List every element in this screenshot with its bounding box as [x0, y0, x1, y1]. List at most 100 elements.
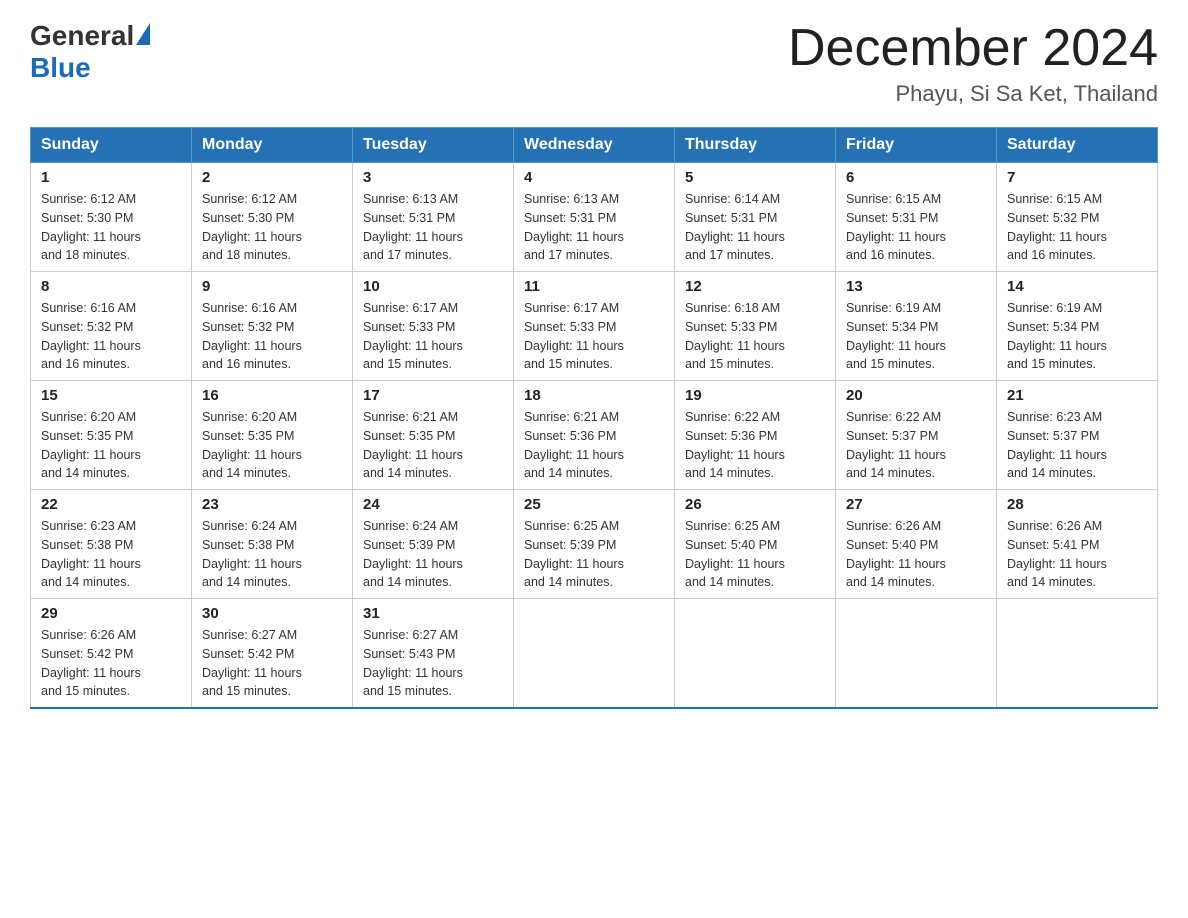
- day-info: Sunrise: 6:26 AMSunset: 5:42 PMDaylight:…: [41, 626, 181, 701]
- logo-general: General: [30, 20, 134, 52]
- day-number: 6: [846, 169, 986, 186]
- calendar-cell: 24Sunrise: 6:24 AMSunset: 5:39 PMDayligh…: [353, 490, 514, 599]
- calendar-cell: 8 Sunrise: 6:16 AMSunset: 5:32 PMDaylight…: [31, 272, 192, 381]
- weekday-header-monday: Monday: [192, 128, 353, 163]
- day-info: Sunrise: 6:27 AMSunset: 5:43 PMDaylight:…: [363, 626, 503, 701]
- weekday-header-row: SundayMondayTuesdayWednesdayThursdayFrid…: [31, 128, 1158, 163]
- page-header: General Blue December 2024 Phayu, Si Sa …: [30, 20, 1158, 107]
- day-number: 27: [846, 496, 986, 513]
- day-info: Sunrise: 6:24 AMSunset: 5:38 PMDaylight:…: [202, 517, 342, 592]
- logo: General Blue: [30, 20, 152, 84]
- day-info: Sunrise: 6:25 AMSunset: 5:40 PMDaylight:…: [685, 517, 825, 592]
- day-number: 8: [41, 278, 181, 295]
- day-number: 4: [524, 169, 664, 186]
- day-info: Sunrise: 6:17 AMSunset: 5:33 PMDaylight:…: [363, 299, 503, 374]
- day-info: Sunrise: 6:15 AMSunset: 5:32 PMDaylight:…: [1007, 190, 1147, 265]
- calendar-cell: 12Sunrise: 6:18 AMSunset: 5:33 PMDayligh…: [675, 272, 836, 381]
- day-number: 25: [524, 496, 664, 513]
- day-number: 29: [41, 605, 181, 622]
- day-info: Sunrise: 6:18 AMSunset: 5:33 PMDaylight:…: [685, 299, 825, 374]
- day-number: 17: [363, 387, 503, 404]
- day-number: 5: [685, 169, 825, 186]
- day-info: Sunrise: 6:13 AMSunset: 5:31 PMDaylight:…: [524, 190, 664, 265]
- calendar-cell: [675, 599, 836, 709]
- day-info: Sunrise: 6:21 AMSunset: 5:35 PMDaylight:…: [363, 408, 503, 483]
- calendar-cell: 29 Sunrise: 6:26 AMSunset: 5:42 PMDayligh…: [31, 599, 192, 709]
- calendar-cell: 16 Sunrise: 6:20 AMSunset: 5:35 PMDayligh…: [192, 381, 353, 490]
- day-number: 16: [202, 387, 342, 404]
- calendar-cell: 15 Sunrise: 6:20 AMSunset: 5:35 PMDayligh…: [31, 381, 192, 490]
- day-info: Sunrise: 6:25 AMSunset: 5:39 PMDaylight:…: [524, 517, 664, 592]
- day-number: 15: [41, 387, 181, 404]
- day-info: Sunrise: 6:26 AMSunset: 5:40 PMDaylight:…: [846, 517, 986, 592]
- day-info: Sunrise: 6:17 AMSunset: 5:33 PMDaylight:…: [524, 299, 664, 374]
- weekday-header-thursday: Thursday: [675, 128, 836, 163]
- location: Phayu, Si Sa Ket, Thailand: [788, 81, 1158, 107]
- calendar-cell: 28Sunrise: 6:26 AMSunset: 5:41 PMDayligh…: [997, 490, 1158, 599]
- day-number: 10: [363, 278, 503, 295]
- day-info: Sunrise: 6:23 AMSunset: 5:38 PMDaylight:…: [41, 517, 181, 592]
- day-info: Sunrise: 6:21 AMSunset: 5:36 PMDaylight:…: [524, 408, 664, 483]
- day-number: 31: [363, 605, 503, 622]
- day-number: 28: [1007, 496, 1147, 513]
- calendar-cell: 4 Sunrise: 6:13 AMSunset: 5:31 PMDaylight…: [514, 163, 675, 272]
- calendar-cell: 7 Sunrise: 6:15 AMSunset: 5:32 PMDaylight…: [997, 163, 1158, 272]
- calendar: SundayMondayTuesdayWednesdayThursdayFrid…: [30, 127, 1158, 709]
- day-number: 3: [363, 169, 503, 186]
- weekday-header-tuesday: Tuesday: [353, 128, 514, 163]
- calendar-cell: [997, 599, 1158, 709]
- calendar-cell: [514, 599, 675, 709]
- week-row-1: 1 Sunrise: 6:12 AMSunset: 5:30 PMDaylight…: [31, 163, 1158, 272]
- day-info: Sunrise: 6:12 AMSunset: 5:30 PMDaylight:…: [41, 190, 181, 265]
- calendar-cell: 19Sunrise: 6:22 AMSunset: 5:36 PMDayligh…: [675, 381, 836, 490]
- day-info: Sunrise: 6:23 AMSunset: 5:37 PMDaylight:…: [1007, 408, 1147, 483]
- day-info: Sunrise: 6:19 AMSunset: 5:34 PMDaylight:…: [846, 299, 986, 374]
- calendar-cell: 18 Sunrise: 6:21 AMSunset: 5:36 PMDayligh…: [514, 381, 675, 490]
- day-info: Sunrise: 6:20 AMSunset: 5:35 PMDaylight:…: [41, 408, 181, 483]
- day-number: 1: [41, 169, 181, 186]
- calendar-cell: 10 Sunrise: 6:17 AMSunset: 5:33 PMDayligh…: [353, 272, 514, 381]
- calendar-cell: 17 Sunrise: 6:21 AMSunset: 5:35 PMDayligh…: [353, 381, 514, 490]
- calendar-cell: 23Sunrise: 6:24 AMSunset: 5:38 PMDayligh…: [192, 490, 353, 599]
- day-number: 7: [1007, 169, 1147, 186]
- day-info: Sunrise: 6:24 AMSunset: 5:39 PMDaylight:…: [363, 517, 503, 592]
- day-info: Sunrise: 6:20 AMSunset: 5:35 PMDaylight:…: [202, 408, 342, 483]
- day-info: Sunrise: 6:22 AMSunset: 5:36 PMDaylight:…: [685, 408, 825, 483]
- day-info: Sunrise: 6:27 AMSunset: 5:42 PMDaylight:…: [202, 626, 342, 701]
- day-info: Sunrise: 6:16 AMSunset: 5:32 PMDaylight:…: [41, 299, 181, 374]
- day-number: 30: [202, 605, 342, 622]
- day-number: 21: [1007, 387, 1147, 404]
- day-info: Sunrise: 6:13 AMSunset: 5:31 PMDaylight:…: [363, 190, 503, 265]
- calendar-cell: 30 Sunrise: 6:27 AMSunset: 5:42 PMDayligh…: [192, 599, 353, 709]
- logo-blue-text: Blue: [30, 52, 91, 84]
- calendar-cell: 5Sunrise: 6:14 AMSunset: 5:31 PMDaylight…: [675, 163, 836, 272]
- weekday-header-wednesday: Wednesday: [514, 128, 675, 163]
- day-number: 14: [1007, 278, 1147, 295]
- week-row-5: 29 Sunrise: 6:26 AMSunset: 5:42 PMDayligh…: [31, 599, 1158, 709]
- logo-text: General: [30, 20, 152, 52]
- title-block: December 2024 Phayu, Si Sa Ket, Thailand: [788, 20, 1158, 107]
- calendar-cell: 2Sunrise: 6:12 AMSunset: 5:30 PMDaylight…: [192, 163, 353, 272]
- calendar-cell: 22 Sunrise: 6:23 AMSunset: 5:38 PMDayligh…: [31, 490, 192, 599]
- calendar-cell: 3 Sunrise: 6:13 AMSunset: 5:31 PMDaylight…: [353, 163, 514, 272]
- day-number: 18: [524, 387, 664, 404]
- day-info: Sunrise: 6:12 AMSunset: 5:30 PMDaylight:…: [202, 190, 342, 265]
- logo-blue: Blue: [30, 52, 91, 83]
- day-number: 20: [846, 387, 986, 404]
- weekday-header-friday: Friday: [836, 128, 997, 163]
- day-info: Sunrise: 6:16 AMSunset: 5:32 PMDaylight:…: [202, 299, 342, 374]
- day-number: 22: [41, 496, 181, 513]
- day-number: 9: [202, 278, 342, 295]
- calendar-cell: 14 Sunrise: 6:19 AMSunset: 5:34 PMDayligh…: [997, 272, 1158, 381]
- calendar-cell: 13 Sunrise: 6:19 AMSunset: 5:34 PMDayligh…: [836, 272, 997, 381]
- weekday-header-saturday: Saturday: [997, 128, 1158, 163]
- calendar-cell: 26Sunrise: 6:25 AMSunset: 5:40 PMDayligh…: [675, 490, 836, 599]
- calendar-cell: 20Sunrise: 6:22 AMSunset: 5:37 PMDayligh…: [836, 381, 997, 490]
- calendar-cell: 27 Sunrise: 6:26 AMSunset: 5:40 PMDayligh…: [836, 490, 997, 599]
- calendar-cell: 21 Sunrise: 6:23 AMSunset: 5:37 PMDayligh…: [997, 381, 1158, 490]
- day-number: 13: [846, 278, 986, 295]
- calendar-cell: 9 Sunrise: 6:16 AMSunset: 5:32 PMDaylight…: [192, 272, 353, 381]
- logo-triangle-icon: [136, 23, 150, 45]
- calendar-cell: 6Sunrise: 6:15 AMSunset: 5:31 PMDaylight…: [836, 163, 997, 272]
- day-info: Sunrise: 6:19 AMSunset: 5:34 PMDaylight:…: [1007, 299, 1147, 374]
